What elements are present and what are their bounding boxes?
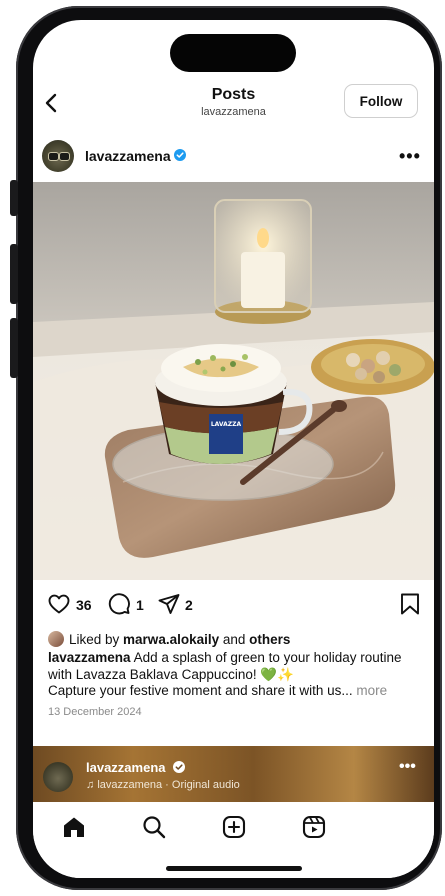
post-actions: 36 1 2	[33, 590, 434, 624]
liked-by-others-link[interactable]: others	[249, 632, 290, 647]
comment-icon[interactable]	[107, 592, 131, 616]
post-caption: lavazzamena Add a splash of green to you…	[48, 650, 423, 700]
avatar[interactable]	[43, 762, 73, 792]
post-date: 13 December 2024	[48, 706, 142, 718]
more-horizontal-icon[interactable]: •••	[399, 758, 416, 776]
heart-icon[interactable]	[47, 592, 71, 616]
create-icon[interactable]	[221, 814, 247, 840]
cup-brand-label: LAVAZZA	[211, 421, 242, 428]
volume-up-button	[10, 244, 18, 304]
verified-badge-icon	[173, 761, 185, 773]
music-note-icon: ♫	[86, 779, 98, 791]
caption-more-link[interactable]: more	[353, 683, 387, 698]
post-header: lavazzamena •••	[33, 136, 434, 180]
comments-count[interactable]: 1	[136, 597, 144, 613]
shares-count[interactable]: 2	[185, 597, 193, 613]
home-icon[interactable]	[61, 814, 87, 840]
dynamic-island	[170, 34, 296, 72]
reels-icon[interactable]	[301, 814, 327, 840]
volume-down-button	[10, 318, 18, 378]
next-post-username[interactable]: lavazzamena	[86, 760, 166, 775]
liked-by-mid: and	[219, 632, 250, 647]
share-icon[interactable]	[157, 592, 181, 616]
bookmark-icon[interactable]	[399, 592, 421, 616]
likes-count[interactable]: 36	[76, 597, 92, 613]
liked-by: Liked by marwa.alokaily and others	[48, 631, 428, 647]
liked-by-user-link[interactable]: marwa.alokaily	[123, 632, 219, 647]
post-username[interactable]: lavazzamena	[85, 148, 171, 164]
next-post-audio[interactable]: ♫ lavazzamena · Original audio	[86, 779, 240, 791]
screen: Posts lavazzamena Follow lavazzamena •••	[33, 20, 434, 878]
avatar[interactable]	[42, 140, 74, 172]
caption-username[interactable]: lavazzamena	[48, 650, 131, 665]
next-post-preview[interactable]: lavazzamena ♫ lavazzamena · Original aud…	[33, 746, 434, 802]
verified-badge-icon	[174, 149, 186, 161]
liked-by-avatar[interactable]	[48, 631, 64, 647]
top-bar: Posts lavazzamena Follow	[33, 80, 434, 138]
home-indicator	[166, 866, 302, 871]
next-post-audio-label: lavazzamena · Original audio	[97, 779, 240, 791]
liked-by-prefix: Liked by	[69, 632, 124, 647]
search-icon[interactable]	[141, 814, 167, 840]
follow-button[interactable]: Follow	[344, 84, 418, 118]
caption-line-2: Capture your festive moment and share it…	[48, 683, 353, 698]
post-image[interactable]: LAVAZZA	[33, 182, 434, 580]
bottom-navigation	[33, 802, 434, 878]
more-horizontal-icon[interactable]: •••	[399, 146, 421, 167]
side-button	[10, 180, 18, 216]
